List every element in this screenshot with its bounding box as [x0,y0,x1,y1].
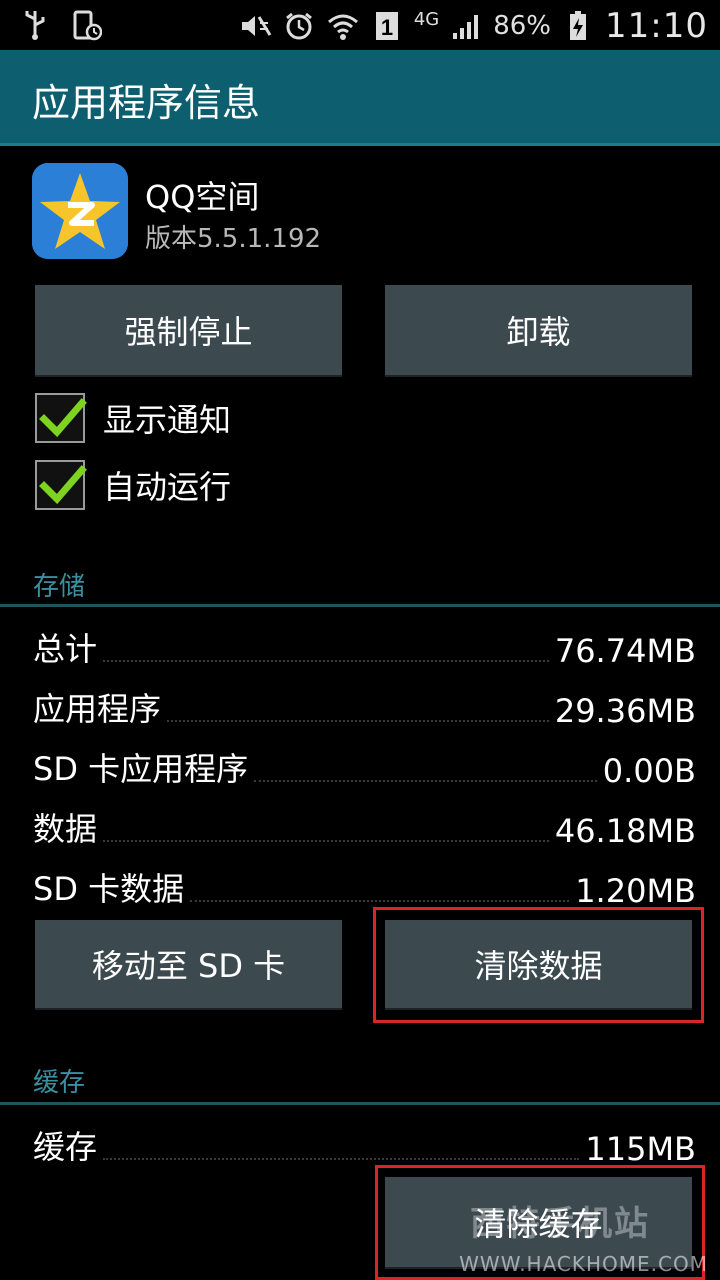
row-value: 29.36MB [554,692,696,730]
force-stop-button[interactable]: 强制停止 [35,285,342,375]
uninstall-button[interactable]: 卸载 [385,285,692,375]
row-value: 0.00B [602,752,696,790]
cache-section-header: 缓存 [0,1060,720,1108]
storage-row-total: 总计 76.74MB [33,620,696,670]
status-bar: 1 4G 86% 11:10 [0,0,720,50]
mute-icon [238,9,272,43]
dotted-leader [103,660,549,662]
app-version: 版本5.5.1.192 [145,224,322,254]
sim-1-icon: 1 [370,9,404,43]
checkmark-icon [39,398,87,438]
checkbox-box[interactable] [35,393,87,443]
row-label: 总计 [33,630,98,668]
storage-row-data: 数据 46.18MB [33,800,696,850]
storage-section-header: 存储 [0,562,720,610]
section-label: 缓存 [33,1068,86,1098]
move-to-sd-button[interactable]: 移动至 SD 卡 [35,920,342,1008]
battery-charging-icon [561,9,595,43]
section-label: 存储 [33,572,86,602]
auto-run-checkbox[interactable]: 自动运行 [35,459,231,511]
storage-row-sd-data: SD 卡数据 1.20MB [33,860,696,910]
dotted-leader [254,780,597,782]
dotted-leader [103,1158,580,1160]
checkbox-label: 显示通知 [103,401,232,439]
clock: 11:10 [605,6,708,46]
dotted-leader [167,720,549,722]
row-label: 缓存 [33,1128,98,1166]
checkbox-box[interactable] [35,460,87,510]
dotted-leader [103,840,549,842]
checkmark-icon [39,465,87,505]
alarm-icon [282,9,316,43]
row-label: SD 卡数据 [33,870,185,908]
svg-text:1: 1 [381,15,393,40]
row-label: 应用程序 [33,690,162,728]
row-value: 46.18MB [554,812,696,850]
row-label: SD 卡应用程序 [33,750,249,788]
row-value: 76.74MB [554,632,696,670]
storage-row-sd-app: SD 卡应用程序 0.00B [33,740,696,790]
watermark-site-text: WWW.HACKHOME.COM [459,1252,708,1276]
section-divider [0,604,720,607]
storage-row-app: 应用程序 29.36MB [33,680,696,730]
row-value: 1.20MB [575,872,696,910]
dotted-leader [190,900,570,902]
clear-data-highlight-box [373,907,704,1023]
row-label: 数据 [33,810,98,848]
usb-icon [18,8,52,42]
qzone-app-icon [32,163,128,259]
cache-row: 缓存 115MB [33,1118,696,1168]
row-value: 115MB [585,1130,696,1168]
title-bar: 应用程序信息 [0,50,720,146]
page-title: 应用程序信息 [32,81,261,125]
section-divider [0,1102,720,1105]
wifi-icon [326,9,360,43]
signal-icon [449,9,483,43]
watermark-logo-text: 西特手机站 [470,1204,650,1244]
battery-percent: 86% [493,11,552,41]
checkbox-label: 自动运行 [103,468,232,506]
screen-timer-icon [70,8,104,42]
show-notification-checkbox[interactable]: 显示通知 [35,392,231,444]
app-name: QQ空间 [145,178,260,216]
network-type: 4G [413,8,440,30]
